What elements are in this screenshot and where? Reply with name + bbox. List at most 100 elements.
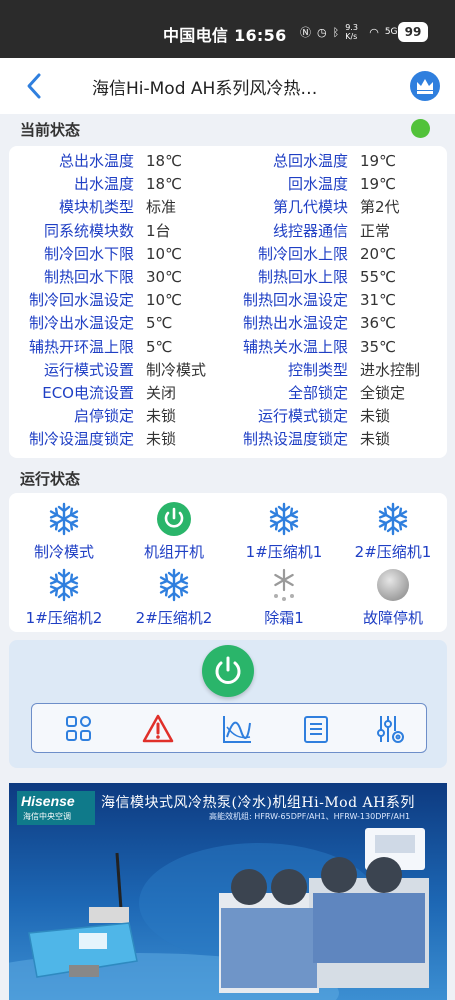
control-panel <box>9 640 447 768</box>
param-label: 制冷回水温设定 <box>28 291 134 310</box>
power-button[interactable] <box>202 645 254 697</box>
param-value: 未锁 <box>360 430 391 449</box>
chevron-left-icon[interactable] <box>24 72 44 100</box>
run-status-item: 2#压缩机2 <box>119 567 229 628</box>
crown-icon[interactable] <box>410 71 440 101</box>
param-value: 正常 <box>360 221 391 240</box>
alarm-icon[interactable] <box>142 713 174 745</box>
param-value: 10℃ <box>146 291 182 310</box>
param-label: 制热回水温设定 <box>242 291 348 310</box>
signal-type: 5G <box>384 27 398 37</box>
param-value: 制冷模式 <box>146 360 207 379</box>
param-label: 总出水温度 <box>58 152 134 170</box>
param-value: 进水控制 <box>360 360 421 379</box>
param-value: 全锁定 <box>360 384 406 402</box>
param-value: 第2代 <box>360 198 400 217</box>
param-label: 制热回水上限 <box>257 268 348 286</box>
settings-sliders-icon[interactable] <box>374 713 406 745</box>
param-value: 20℃ <box>360 244 396 263</box>
carrier-time: 中国电信 16:56 <box>163 26 287 45</box>
status-icons: Ⓝ ◷ ᛒ 9.3 K/s ◠ 5G ▮ <box>300 22 410 42</box>
brand-sub: 海信中央空调 <box>23 812 71 821</box>
param-label: 辅热开环温上限 <box>28 337 134 356</box>
page-title: 海信Hi-Mod AH系列风冷热… <box>92 79 318 99</box>
param-label: 制冷出水温设定 <box>28 314 134 333</box>
app-header: 海信Hi-Mod AH系列风冷热… <box>0 58 455 114</box>
param-label: 出水温度 <box>73 175 134 194</box>
chart-icon[interactable] <box>221 713 253 745</box>
param-value: 31℃ <box>360 291 396 310</box>
param-label: 总回水温度 <box>272 152 348 170</box>
param-label: 运行模式设置 <box>43 360 134 379</box>
run-status-label: 制冷模式 <box>33 543 94 561</box>
section-title-run-status: 运行状态 <box>20 470 81 488</box>
param-value: 19℃ <box>360 152 396 170</box>
param-label: 运行模式锁定 <box>257 407 348 426</box>
param-label: ECO电流设置 <box>42 384 134 402</box>
run-status-label: 除霜1 <box>264 609 304 627</box>
param-value: 10℃ <box>146 244 182 263</box>
run-status-label: 2#压缩机1 <box>354 543 432 561</box>
product-banner[interactable]: Hisense 海信中央空调 海信模块式风冷热泵(冷水)机组Hi-Mod AH系… <box>9 783 447 1000</box>
param-value: 18℃ <box>146 175 182 194</box>
run-status-item: 1#压缩机1 <box>229 501 339 562</box>
run-status-item: 除霜1 <box>229 567 339 628</box>
run-status-label: 故障停机 <box>362 609 423 627</box>
list-icon[interactable] <box>300 713 332 745</box>
run-status-item: 1#压缩机2 <box>9 567 119 628</box>
snowflake-icon <box>159 568 189 602</box>
run-status-item: 故障停机 <box>338 567 448 628</box>
param-label: 制热出水温设定 <box>242 314 348 333</box>
nfc-icon: Ⓝ <box>300 26 311 39</box>
brand-logo: Hisense 海信中央空调 <box>17 791 95 825</box>
section-title-current-status: 当前状态 <box>20 121 81 139</box>
fault-indicator-icon <box>377 569 409 601</box>
param-label: 全部锁定 <box>287 384 348 402</box>
grid-icon[interactable] <box>63 713 95 745</box>
param-value: 36℃ <box>360 314 396 333</box>
bluetooth-icon: ᛒ <box>332 25 340 39</box>
param-label: 制冷设温度锁定 <box>28 430 134 449</box>
param-label: 辅热关水温上限 <box>242 337 348 356</box>
snowflake-icon <box>49 502 79 536</box>
alarm-icon: ◷ <box>317 25 327 39</box>
defrost-icon <box>274 568 294 601</box>
param-value: 30℃ <box>146 268 182 286</box>
param-value: 18℃ <box>146 152 182 170</box>
param-value: 5℃ <box>146 314 173 333</box>
param-label: 模块机类型 <box>58 198 134 217</box>
run-status-label: 1#压缩机1 <box>245 543 323 561</box>
param-label: 制冷回水上限 <box>257 244 348 263</box>
brand-name: Hisense <box>21 793 75 809</box>
param-value: 1台 <box>146 221 171 240</box>
wifi-icon: ◠ <box>369 25 379 39</box>
run-status-item: 机组开机 <box>119 501 229 562</box>
run-status-label: 1#压缩机2 <box>25 609 103 627</box>
param-label: 制冷回水下限 <box>43 244 134 263</box>
param-value: 未锁 <box>146 430 177 449</box>
param-label: 同系统模块数 <box>43 221 134 240</box>
run-status-item: 2#压缩机1 <box>338 501 448 562</box>
param-label: 启停锁定 <box>73 407 134 426</box>
system-status-bar: 中国电信 16:56 Ⓝ ◷ ᛒ 9.3 K/s ◠ 5G ▮ 99 <box>0 0 455 58</box>
power-on-icon <box>157 502 191 536</box>
param-value: 19℃ <box>360 175 396 194</box>
param-value: 未锁 <box>146 407 177 426</box>
snowflake-icon <box>269 502 299 536</box>
param-label: 回水温度 <box>287 175 348 194</box>
param-label: 第几代模块 <box>272 198 348 217</box>
param-value: 未锁 <box>360 407 391 426</box>
run-status-card: 制冷模式 机组开机 1#压缩机1 2#压缩机1 1#压缩机2 2#压缩机2 除霜1 故障停机 <box>9 493 447 632</box>
snowflake-icon <box>49 568 79 602</box>
param-value: 35℃ <box>360 337 396 356</box>
function-toolbar <box>31 703 427 753</box>
param-value: 5℃ <box>146 337 173 356</box>
param-value: 标准 <box>146 198 177 217</box>
run-status-label: 2#压缩机2 <box>135 609 213 627</box>
current-status-card: 总出水温度 18℃ 总回水温度 19℃ 出水温度 18℃ 回水温度 19℃ 模块机类型 标准 第几代… <box>9 146 447 458</box>
power-icon <box>215 656 241 684</box>
param-value: 55℃ <box>360 268 396 286</box>
param-label: 制热设温度锁定 <box>242 430 348 449</box>
battery-icon: 99 <box>398 22 428 42</box>
banner-subtitle: 高能效机组: HFRW-65DPF/AH1、HFRW-130DPF/AH1 <box>209 812 411 821</box>
